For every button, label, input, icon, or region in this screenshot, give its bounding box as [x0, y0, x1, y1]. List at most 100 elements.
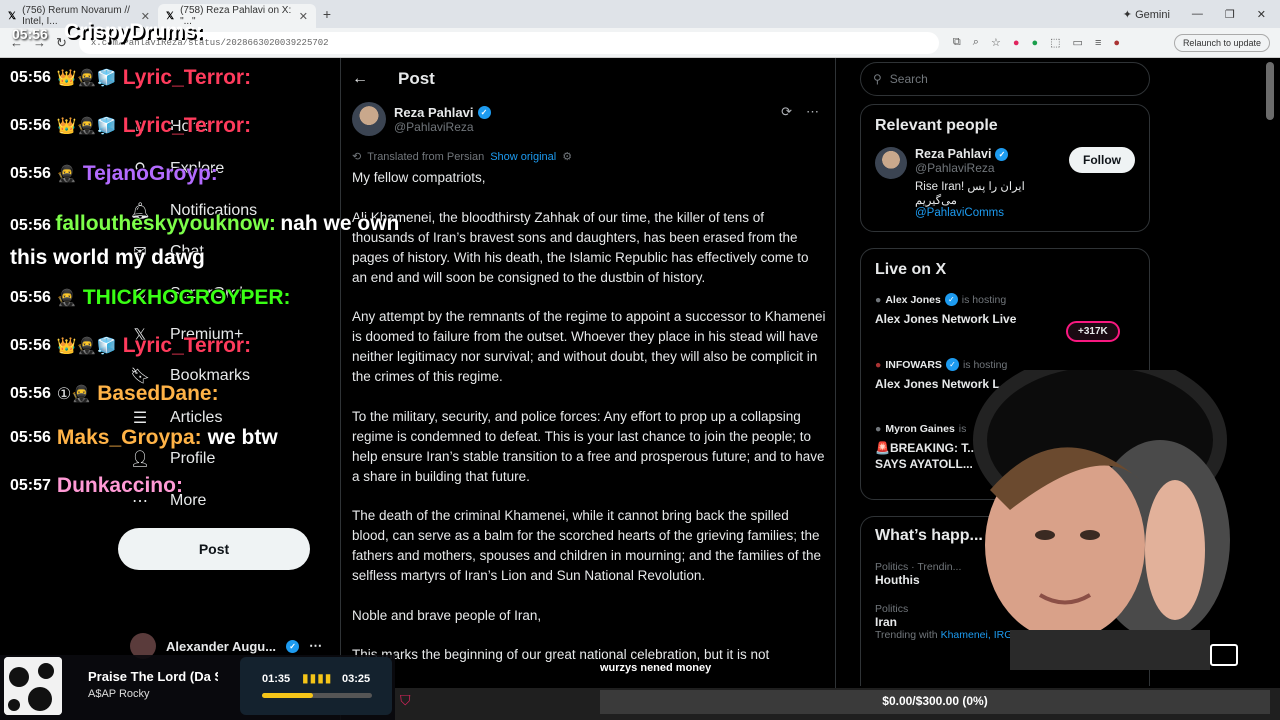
post-author[interactable]: Reza Pahlavi ✓ @PahlaviReza — [352, 102, 491, 136]
avatar: ● — [875, 358, 882, 371]
author-name-row: Reza Pahlavi ✓ — [394, 105, 491, 120]
chat-message: 05:56 🥷 TejanoGroyp: — [10, 162, 218, 185]
donation-goal-text: $0.00/$300.00 (0%) — [882, 694, 988, 708]
verified-icon: ✓ — [995, 147, 1009, 161]
extension-icon[interactable]: ● — [1013, 37, 1020, 49]
post-header: ← Post — [340, 58, 835, 100]
brave-icon: ⛉ — [400, 692, 411, 708]
chat-message: 05:56 👑🥷🧊 Lyric_Terror: — [10, 334, 252, 357]
gemini-icon: ✦ — [1122, 8, 1132, 21]
chat-badges-icon: 👑🥷🧊 — [56, 118, 117, 135]
progress-fill — [262, 693, 313, 698]
relaunch-button[interactable]: Relaunch to update — [1173, 33, 1270, 52]
sidebar-item-articles[interactable]: ☰ Articles — [130, 408, 223, 428]
gemini-button[interactable]: ✦ Gemini — [1123, 8, 1170, 21]
puzzle-icon[interactable]: ⬚ — [1050, 36, 1060, 49]
avatar[interactable] — [875, 147, 907, 179]
person-bio: Rise Iran! ایران را پس می‌گیریم — [915, 181, 1025, 207]
show-original-link[interactable]: Show original — [490, 151, 556, 163]
profile-icon[interactable]: ● — [1113, 37, 1120, 49]
avatar: ● — [875, 423, 882, 435]
person-name-row: Reza Pahlavi ✓ — [915, 147, 1061, 161]
chat-message: 05:56 🥷 THICKHOGROYPER: — [10, 286, 291, 309]
chat-message: 05:56 Maks_Groypa: we btw — [10, 426, 278, 449]
post-paragraph: Any attempt by the remnants of the regim… — [352, 309, 826, 384]
translation-notice: ⟲ Translated from Persian Show original … — [352, 150, 573, 164]
relevant-person[interactable]: Reza Pahlavi ✓ @PahlaviReza Rise Iran! ا… — [861, 135, 1149, 231]
chat-badges-icon: 🥷 — [56, 166, 77, 183]
screen: 𝕏 (756) Rerum Novarum // Intel, I... ✕ 𝕏… — [0, 0, 1280, 720]
compose-post-button[interactable]: Post — [118, 528, 310, 570]
post-column: ← Post Reza Pahlavi ✓ @PahlaviReza ⟳ ⋯ ⟲… — [340, 58, 835, 720]
page-title: Post — [398, 69, 435, 88]
zoom-icon[interactable]: ⌕ — [973, 36, 979, 49]
more-icon: ⋯ — [309, 638, 323, 653]
messages-icon[interactable] — [1210, 644, 1238, 666]
chat-badges-icon: 👑🥷🧊 — [56, 70, 117, 87]
close-window-button[interactable]: ✕ — [1257, 8, 1266, 21]
chat-badges-icon: 🥷 — [56, 290, 77, 307]
chat-message: 05:56 falloutheskyyouknow: nah we own th… — [10, 212, 400, 269]
extension-icon[interactable]: ● — [1031, 37, 1038, 49]
grok-icon[interactable]: ⟳ — [781, 104, 792, 120]
install-icon[interactable]: ⧉ — [953, 36, 961, 49]
sidebar-icon[interactable]: ▭ — [1073, 36, 1083, 49]
person-handle: @PahlaviReza — [915, 161, 995, 175]
live-host: ● Alex Jones ✓ is hosting — [875, 293, 1007, 306]
chat-message: 05:56 ①🥷 BasedDane: — [10, 382, 219, 405]
listener-count-badge[interactable]: +317K — [1066, 321, 1120, 342]
post-paragraph: My fellow compatriots, — [352, 170, 486, 185]
address-bar-icons: ⧉ ⌕ ☆ ● ● ⬚ ▭ ≡ ● — [953, 36, 1120, 49]
page-scrollbar[interactable] — [1266, 62, 1274, 120]
chat-message: 05:56 👑🥷🧊 Lyric_Terror: — [10, 66, 252, 89]
total-time: 03:25 — [342, 673, 371, 685]
back-arrow-icon[interactable]: ← — [352, 70, 372, 88]
equalizer-icon: ▮▮▮▮ — [302, 671, 333, 685]
track-artist: A$AP Rocky — [88, 688, 150, 700]
avatar: ● — [875, 293, 882, 306]
menu-icon[interactable]: ≡ — [1095, 37, 1101, 49]
album-art — [4, 657, 62, 715]
verified-icon: ✓ — [286, 639, 300, 653]
star-icon[interactable]: ☆ — [991, 36, 1001, 49]
streamer-name: CrispyDrums: — [64, 20, 203, 43]
post-paragraph: Noble and brave people of Iran, — [352, 607, 542, 623]
column-divider — [835, 58, 836, 720]
person-bio-link[interactable]: @PahlaviComms — [915, 207, 1061, 219]
close-icon[interactable]: ✕ — [299, 10, 308, 23]
panel-title: Live on X — [875, 261, 947, 278]
post-paragraph: To the military, security, and police fo… — [352, 408, 825, 484]
overlay-timestamp: 05:56 — [12, 26, 48, 42]
chat-message: 05:56 👑🥷🧊 Lyric_Terror: — [10, 114, 252, 137]
track-title: Praise The Lord (Da Shine) — [88, 669, 218, 684]
panel-title: Relevant people — [875, 117, 998, 134]
author-handle[interactable]: @PahlaviReza — [394, 120, 491, 134]
settings-icon[interactable]: ⚙ — [562, 150, 572, 163]
author-name[interactable]: Reza Pahlavi — [394, 105, 474, 120]
person-icon: 👤︎ — [130, 451, 151, 468]
playback-panel: 01:35 ▮▮▮▮ 03:25 — [240, 657, 392, 715]
maximize-button[interactable]: ❐ — [1225, 8, 1235, 21]
webcam-feed — [973, 370, 1230, 670]
now-playing-widget: Praise The Lord (Da Shine) A$AP Rocky 01… — [0, 655, 395, 720]
verified-icon: ✓ — [944, 293, 958, 306]
search-input[interactable]: ⚲ Search — [860, 62, 1150, 96]
articles-icon: ☰ — [132, 410, 148, 427]
album-art-image — [4, 657, 62, 715]
new-tab-button[interactable]: + — [316, 6, 338, 22]
minimize-button[interactable]: — — [1192, 8, 1203, 20]
follow-button[interactable]: Follow — [1069, 147, 1135, 173]
more-icon[interactable]: ⋯ — [806, 104, 819, 120]
relevant-people-panel: Relevant people Reza Pahlavi ✓ @PahlaviR… — [860, 104, 1150, 232]
search-icon: ⚲ — [873, 72, 882, 86]
url-field[interactable]: x.com/PahlaviReza/status/202866302003922… — [78, 31, 939, 54]
progress-track — [262, 693, 372, 698]
avatar[interactable] — [352, 102, 386, 136]
sidebar-item-profile[interactable]: 👤︎ Profile — [130, 449, 215, 469]
window-controls: ✦ Gemini — ❐ ✕ — [1123, 8, 1280, 21]
chat-badges-icon: 👑🥷🧊 — [56, 338, 117, 355]
person-name[interactable]: Reza Pahlavi — [915, 147, 991, 161]
chat-badges-icon: ①🥷 — [56, 386, 92, 403]
post-paragraph: The death of the criminal Khamenei, whil… — [352, 508, 822, 583]
translate-icon: ⟲ — [352, 151, 362, 163]
